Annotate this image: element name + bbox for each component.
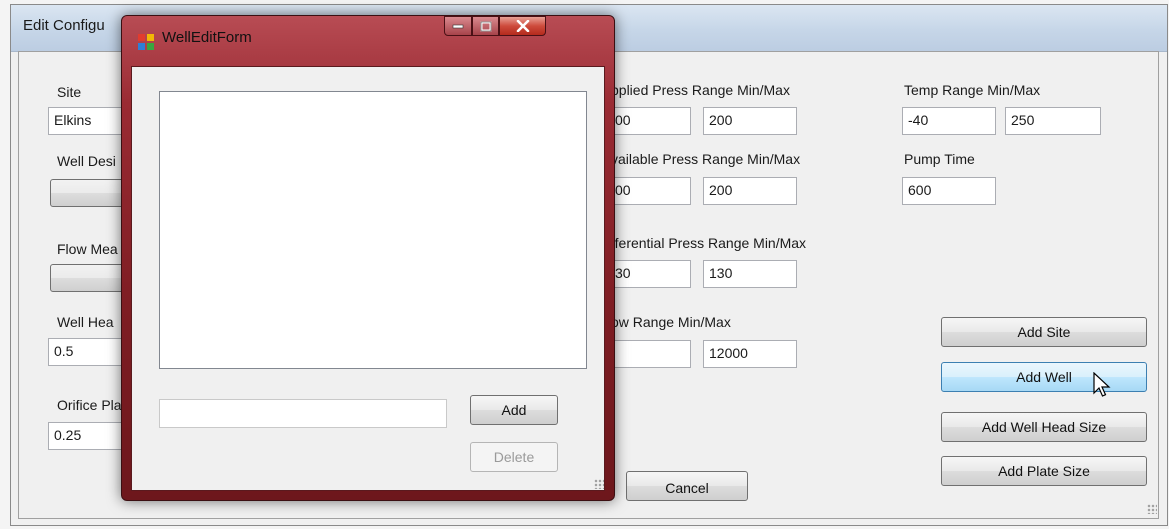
dialog-client-area: Add Delete [131,66,605,491]
well-listbox[interactable] [159,91,587,369]
add-well-label: Add Well [1016,369,1072,385]
pump-time-value: 600 [908,182,932,198]
temp-range-min-field[interactable]: -40 [902,107,996,135]
well-name-input[interactable] [159,399,447,428]
dialog-title: WellEditForm [162,29,252,46]
temp-range-max-value: 250 [1011,112,1035,128]
applied-press-max-field[interactable]: 200 [703,107,797,135]
temp-range-label: Temp Range Min/Max [904,82,1041,98]
resize-grip-icon[interactable] [1147,504,1157,514]
site-label: Site [57,84,82,100]
mouse-cursor-icon [1093,372,1111,397]
delete-button-label: Delete [493,449,535,465]
add-button[interactable]: Add [470,395,558,425]
available-press-label: vailable Press Range Min/Max [611,151,801,167]
add-button-label: Add [501,402,527,418]
main-window-title: Edit Configu [23,17,105,34]
minimize-button[interactable] [444,16,472,36]
well-head-label: Well Hea [57,314,114,330]
differential-press-max-field[interactable]: 130 [703,260,797,288]
applied-press-max-value: 200 [709,112,733,128]
differential-press-min-value: 30 [615,265,631,281]
add-plate-size-button[interactable]: Add Plate Size [941,456,1147,486]
differential-press-min-field[interactable]: 30 [609,260,691,288]
available-press-min-value: 00 [615,182,631,198]
add-site-label: Add Site [1017,324,1071,340]
cancel-label: Cancel [665,480,709,496]
orifice-plate-label: Orifice Pla [57,397,122,413]
applied-press-label: pplied Press Range Min/Max [611,82,790,98]
available-press-max-field[interactable]: 200 [703,177,797,205]
applied-press-min-value: 00 [615,112,631,128]
well-head-value: 0.5 [54,343,74,359]
close-icon [516,20,529,32]
temp-range-max-field[interactable]: 250 [1005,107,1101,135]
available-press-max-value: 200 [709,182,733,198]
flow-range-max-value: 12000 [709,345,748,361]
maximize-button[interactable] [472,16,499,36]
temp-range-min-value: -40 [908,112,929,128]
flow-meas-label: Flow Mea [57,241,118,257]
cancel-button[interactable]: Cancel [626,471,748,501]
app-icon [138,34,154,50]
maximize-icon [480,21,491,31]
delete-button[interactable]: Delete [470,442,558,472]
well-edit-form-dialog: WellEditForm Add Delete [121,15,615,501]
add-well-button[interactable]: Add Well [941,362,1147,392]
differential-press-max-value: 130 [709,265,733,281]
add-well-head-size-label: Add Well Head Size [981,419,1107,435]
site-value: Elkins [54,112,92,128]
add-plate-size-label: Add Plate Size [998,463,1090,479]
close-button[interactable] [499,16,546,36]
resize-grip-icon[interactable] [594,479,604,489]
flow-range-min-field[interactable] [609,340,691,368]
applied-press-min-field[interactable]: 00 [609,107,691,135]
pump-time-label: Pump Time [904,151,975,167]
pump-time-field[interactable]: 600 [902,177,996,205]
available-press-min-field[interactable]: 00 [609,177,691,205]
flow-range-label: ow Range Min/Max [611,314,731,330]
add-well-head-size-button[interactable]: Add Well Head Size [941,412,1147,442]
well-design-label: Well Desi [57,153,116,169]
differential-press-label: fferential Press Range Min/Max [611,235,807,251]
flow-range-max-field[interactable]: 12000 [703,340,797,368]
add-site-button[interactable]: Add Site [941,317,1147,347]
minimize-icon [452,24,464,29]
orifice-plate-value: 0.25 [54,427,82,443]
